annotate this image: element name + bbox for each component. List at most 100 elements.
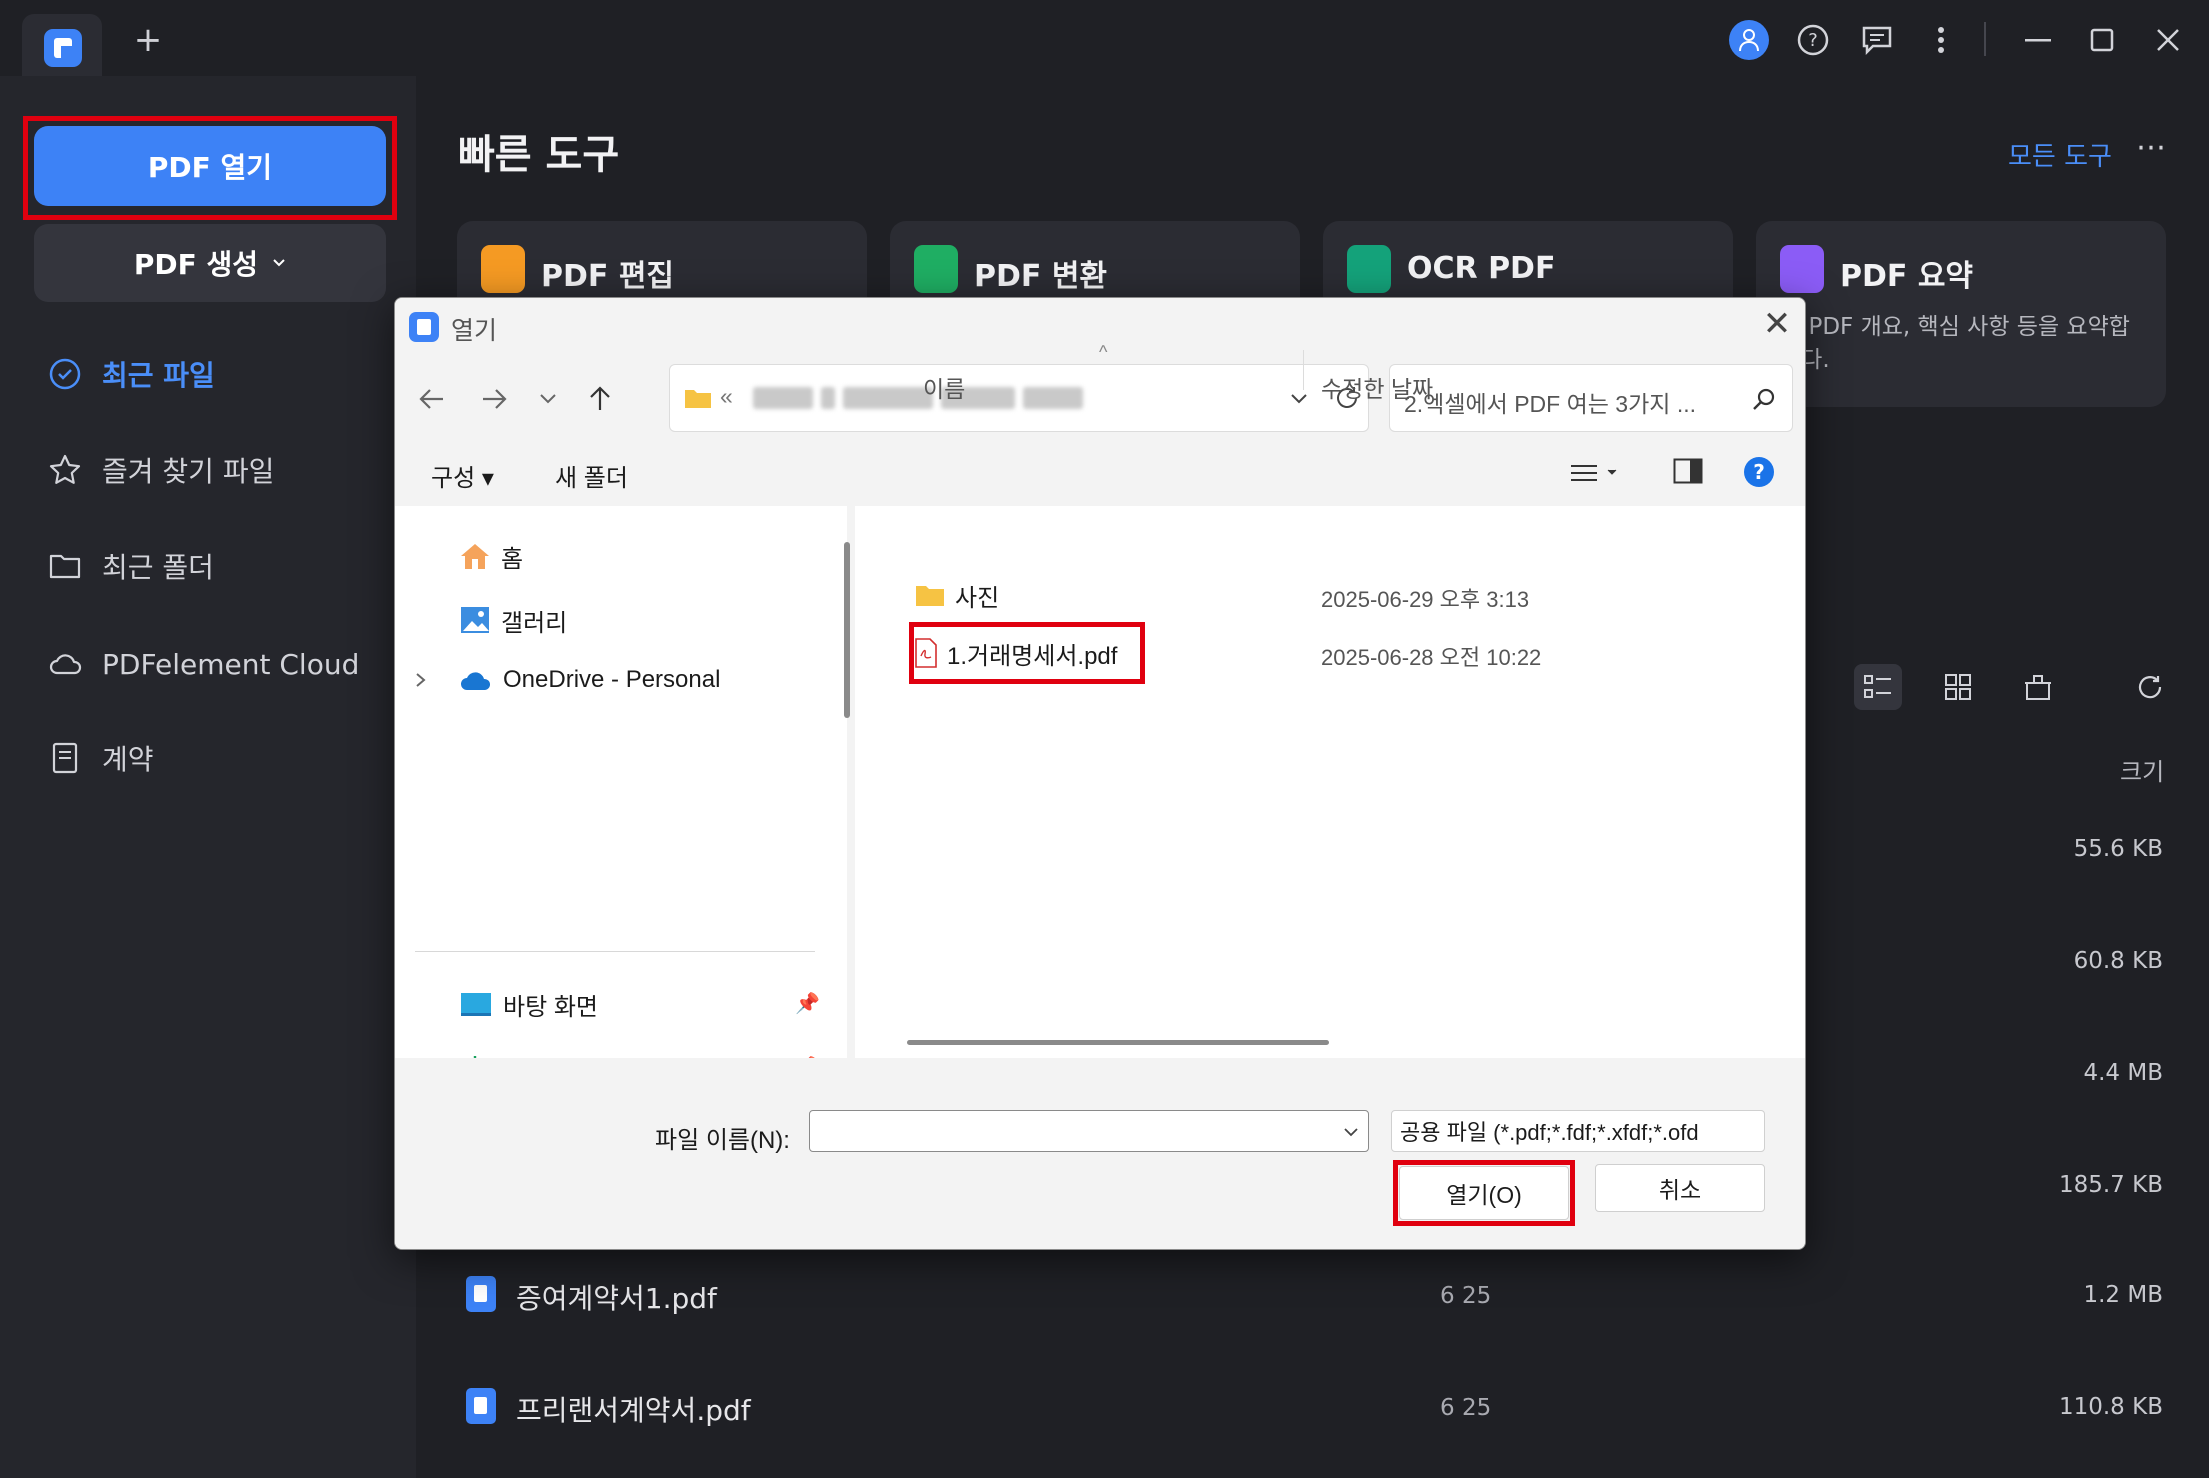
folder-icon (685, 390, 711, 408)
filetype-select[interactable]: 공용 파일 (*.pdf;*.fdf;*.xfdf;*.ofd (1391, 1110, 1765, 1152)
sidebar-item-label: PDFelement Cloud (102, 647, 360, 681)
recent-file-name[interactable]: 프리랜서계약서.pdf (516, 1389, 751, 1429)
nav-item-desktop[interactable]: 바탕 화면 (459, 984, 598, 1024)
titlebar-divider (1984, 22, 1986, 56)
sidebar-item-cloud[interactable]: PDFelement Cloud (48, 639, 359, 689)
nav-item-label: 홈 (501, 545, 524, 573)
file-size: 1.2 MB (2083, 1282, 2163, 1308)
view-options-button[interactable] (1571, 456, 1629, 490)
open-pdf-button[interactable]: PDF 열기 (34, 126, 386, 206)
nav-item-label: OneDrive - Personal (503, 666, 721, 693)
file-size: 55.6 KB (2073, 836, 2163, 862)
preview-pane-icon[interactable] (1673, 458, 1703, 486)
search-input[interactable]: 2.엑셀에서 PDF 여는 3가지 ... (1389, 364, 1793, 432)
all-tools-link[interactable]: 모든 도구 (2008, 136, 2112, 173)
sidebar-item-label: 최근 폴더 (102, 551, 214, 584)
more-options-icon[interactable]: ⋯ (2136, 130, 2166, 165)
up-arrow-icon[interactable] (577, 376, 623, 422)
new-folder-button[interactable]: 새 폴더 (555, 458, 628, 493)
address-bar[interactable]: « (669, 364, 1369, 432)
chevron-down-icon (1607, 469, 1617, 475)
tool-card-label: OCR PDF (1407, 251, 1556, 286)
filename-input[interactable] (809, 1110, 1369, 1152)
refresh-icon[interactable] (2126, 664, 2174, 710)
tool-card-label: PDF 편집 (541, 259, 675, 294)
tool-card-label: PDF 변환 (974, 259, 1108, 294)
tool-card-description: 가 PDF 개요, 핵심 사항 등을 요약합니다. (1780, 314, 2130, 373)
sidebar-item-label: 계약 (102, 743, 154, 776)
nav-item-gallery[interactable]: 갤러리 (459, 600, 567, 640)
chevron-right-icon[interactable] (415, 672, 427, 688)
maximize-icon[interactable] (2082, 20, 2122, 60)
close-window-icon[interactable] (2148, 20, 2188, 60)
horizontal-scrollbar[interactable] (907, 1040, 1329, 1045)
pdfelement-logo-icon (44, 29, 82, 67)
more-vertical-icon[interactable] (1921, 20, 1961, 60)
forward-arrow-icon[interactable] (471, 376, 517, 422)
folder-icon (916, 586, 944, 606)
sidebar-item-recent-files[interactable]: 최근 파일 (48, 349, 215, 399)
home-icon (461, 544, 489, 569)
back-arrow-icon[interactable] (409, 376, 455, 422)
open-button[interactable]: 열기(O) (1399, 1166, 1569, 1220)
column-divider[interactable] (1303, 350, 1304, 390)
app-tab-logo[interactable] (22, 14, 102, 76)
feedback-icon[interactable] (1857, 20, 1897, 60)
tool-card-summarize-pdf[interactable]: PDF 요약 가 PDF 개요, 핵심 사항 등을 요약합니다. (1756, 221, 2166, 407)
column-header-name[interactable]: 이름 (923, 370, 965, 404)
file-size: 4.4 MB (2083, 1060, 2163, 1086)
sidebar-item-favorites[interactable]: 즐겨 찾기 파일 (48, 445, 274, 495)
grid-view-icon[interactable] (1934, 664, 1982, 710)
sidebar-item-contracts[interactable]: 계약 (48, 733, 154, 783)
create-pdf-button[interactable]: PDF 생성 (34, 224, 386, 302)
folder-icon (49, 554, 81, 579)
file-row-folder[interactable]: 사진 (915, 575, 999, 615)
chevron-down-icon[interactable] (1290, 393, 1308, 405)
search-icon (1753, 388, 1775, 410)
recent-locations-chevron-icon[interactable] (525, 376, 571, 422)
search-placeholder: 2.엑셀에서 PDF 여는 3가지 ... (1404, 391, 1696, 417)
list-view-icon[interactable] (1854, 664, 1902, 710)
sort-ascending-icon: ^ (1099, 342, 1108, 362)
user-icon[interactable] (1729, 20, 1769, 60)
sidebar-item-recent-folders[interactable]: 최근 폴더 (48, 541, 214, 591)
cloud-icon (49, 654, 82, 675)
convert-pdf-icon (914, 245, 958, 293)
organize-button[interactable]: 구성 ▾ (431, 458, 494, 493)
address-path: « (720, 383, 1091, 410)
size-column-header: 크기 (2120, 758, 2165, 786)
help-icon[interactable]: ? (1793, 20, 1833, 60)
nav-item-home[interactable]: 홈 (459, 536, 523, 576)
page-title: 빠른 도구 (458, 132, 620, 178)
pdf-file-icon (466, 1276, 496, 1312)
navigation-pane: 홈 갤러리 OneDrive - Personal 바탕 화면 📌 다운로드 📌 (395, 506, 847, 1085)
pin-icon[interactable]: 📌 (795, 991, 820, 1016)
file-size: 185.7 KB (2058, 1172, 2163, 1198)
svg-text:?: ? (1808, 30, 1818, 51)
dialog-close-button[interactable]: ✕ (1757, 304, 1797, 344)
open-file-dialog: 열기 ✕ « 2.엑셀에서 PDF 여는 3가지 ... 구성 ▾ 새 폴더 ? (394, 297, 1806, 1250)
highlight-box (909, 622, 1145, 684)
nav-item-onedrive[interactable]: OneDrive - Personal (459, 660, 720, 700)
cancel-button[interactable]: 취소 (1595, 1164, 1765, 1212)
file-name: 사진 (955, 584, 1000, 612)
pdf-file-icon (466, 1388, 496, 1424)
column-header-modified[interactable]: 수정한 날짜 (1321, 370, 1433, 404)
file-size: 60.8 KB (2073, 948, 2163, 974)
new-tab-button[interactable]: + (128, 20, 168, 60)
chevron-down-icon (273, 259, 285, 267)
recent-file-name[interactable]: 증여계약서1.pdf (516, 1277, 717, 1317)
chevron-down-icon[interactable] (1344, 1127, 1358, 1137)
create-pdf-label: PDF 생성 (133, 248, 259, 281)
minimize-icon[interactable] (2018, 20, 2058, 60)
desktop-icon (461, 993, 491, 1016)
clock-icon (49, 358, 81, 390)
onedrive-cloud-icon (461, 672, 491, 690)
details-view-icon (1571, 465, 1597, 481)
help-icon[interactable]: ? (1743, 456, 1775, 488)
nav-divider (415, 951, 815, 952)
file-modified-date: 2025-06-28 오전 10:22 (1321, 645, 1542, 670)
clear-history-icon[interactable] (2014, 664, 2062, 710)
nav-scrollbar[interactable] (844, 542, 850, 718)
tool-card-label: PDF 요약 (1840, 259, 1974, 294)
